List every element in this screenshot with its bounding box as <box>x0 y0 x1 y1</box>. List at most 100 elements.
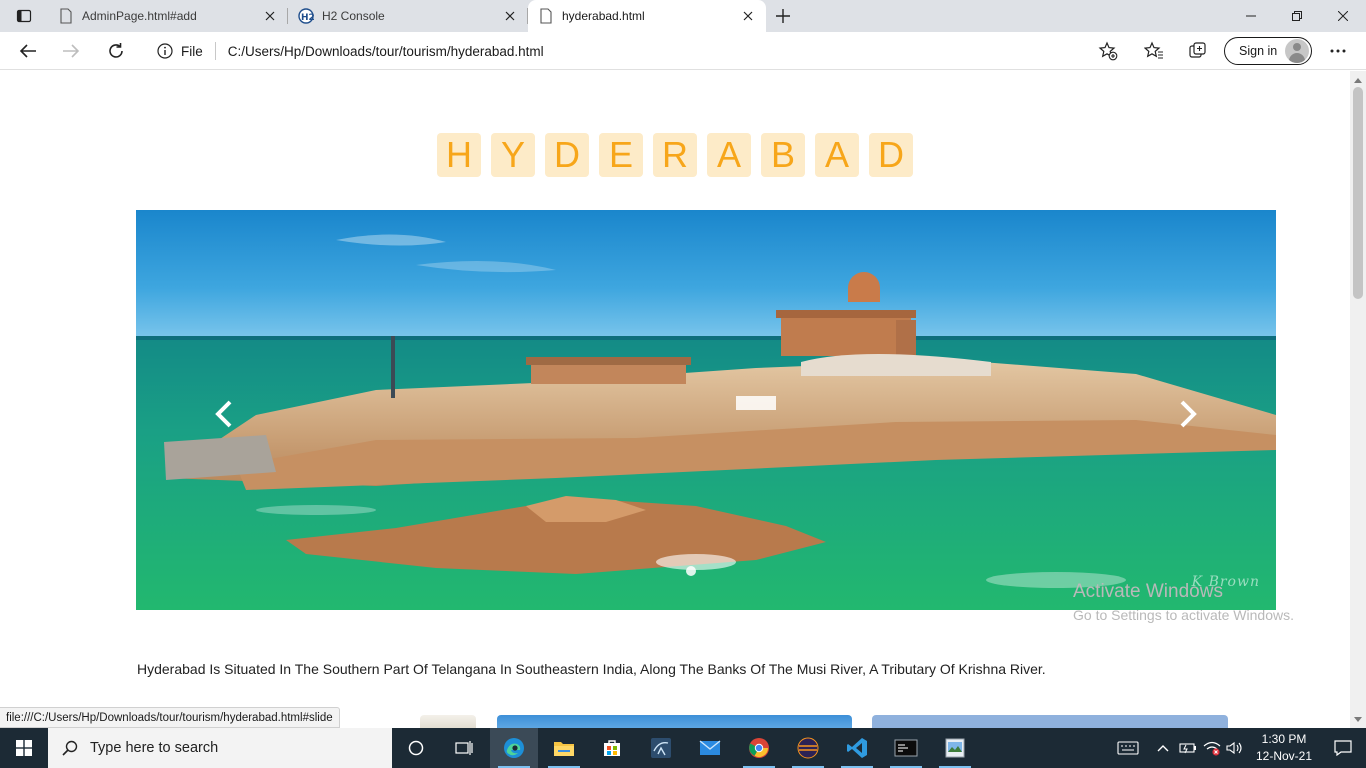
taskbar-clock[interactable]: 1:30 PM 12-Nov-21 <box>1248 731 1320 765</box>
tab-h2-console[interactable]: H2 H2 Console <box>288 0 528 32</box>
thumbnail-card[interactable] <box>420 715 476 728</box>
page-viewport: HYDERABAD K Brown Hyderabad Is Situated … <box>0 71 1350 728</box>
thumbnail-card[interactable] <box>872 715 1228 728</box>
page-scrollbar[interactable] <box>1350 71 1366 728</box>
task-view-button[interactable] <box>440 728 488 768</box>
chevron-up-icon <box>1157 745 1169 752</box>
tab-title: AdminPage.html#add <box>82 9 197 23</box>
forward-button[interactable] <box>55 35 87 67</box>
title-letter: R <box>653 133 697 177</box>
close-icon[interactable] <box>740 8 756 24</box>
store-button[interactable] <box>588 728 636 768</box>
status-bar-url: file:///C:/Users/Hp/Downloads/tour/touri… <box>0 707 340 728</box>
windows-logo-icon <box>16 740 32 756</box>
windows-taskbar: Type here to search 1:30 PM 12-Nov-21 <box>0 728 1366 768</box>
tab-hyderabad[interactable]: hyderabad.html <box>528 0 766 32</box>
search-placeholder: Type here to search <box>90 740 219 756</box>
search-icon <box>62 740 78 756</box>
address-url[interactable]: C:/Users/Hp/Downloads/tour/tourism/hyder… <box>228 44 544 59</box>
settings-menu-button[interactable] <box>1322 35 1354 67</box>
tab-actions-icon <box>16 9 32 23</box>
address-bar[interactable]: File C:/Users/Hp/Downloads/tour/tourism/… <box>145 36 1127 66</box>
edge-taskbar-button[interactable] <box>490 728 538 768</box>
h2-icon: H2 <box>298 8 314 24</box>
sign-in-label: Sign in <box>1239 44 1278 58</box>
title-letter: A <box>707 133 751 177</box>
favorites-star-icon <box>1144 41 1163 59</box>
new-tab-button[interactable] <box>770 4 796 28</box>
clock-time: 1:30 PM <box>1261 732 1307 746</box>
cortana-circle-icon <box>408 740 424 756</box>
close-icon[interactable] <box>262 8 278 24</box>
action-center-button[interactable] <box>1320 728 1366 768</box>
start-button[interactable] <box>0 728 48 768</box>
triangle-down-icon <box>1354 716 1362 722</box>
slide-next-button[interactable] <box>1174 396 1202 432</box>
favorites-button[interactable] <box>1138 35 1170 67</box>
chrome-button[interactable] <box>735 728 783 768</box>
refresh-button[interactable] <box>100 35 132 67</box>
add-favorite-button[interactable] <box>1097 40 1119 62</box>
collections-button[interactable] <box>1182 35 1214 67</box>
mail-button[interactable] <box>686 728 734 768</box>
close-icon[interactable] <box>502 8 518 24</box>
show-hidden-icons-button[interactable] <box>1152 728 1174 768</box>
tab-adminpage[interactable]: AdminPage.html#add <box>48 0 288 32</box>
slide-dot[interactable] <box>686 566 696 576</box>
eclipse-button[interactable] <box>784 728 832 768</box>
tab-strip: AdminPage.html#add H2 H2 Console hyderab… <box>0 0 1366 32</box>
touch-keyboard-button[interactable] <box>1112 728 1144 768</box>
chevron-right-icon <box>1180 400 1197 428</box>
avatar-icon <box>1285 39 1309 63</box>
workbench-icon <box>651 738 671 758</box>
slide-image <box>136 210 1276 610</box>
file-explorer-button[interactable] <box>540 728 588 768</box>
battery-button[interactable] <box>1176 728 1200 768</box>
folder-icon <box>554 742 574 756</box>
refresh-icon <box>109 43 123 58</box>
scroll-down-button[interactable] <box>1350 712 1366 726</box>
title-letter: D <box>869 133 913 177</box>
volume-button[interactable] <box>1224 728 1246 768</box>
sign-in-button[interactable]: Sign in <box>1224 37 1312 65</box>
store-bag-icon <box>604 740 620 756</box>
taskbar-search-box[interactable]: Type here to search <box>48 728 392 768</box>
slide-indicators <box>686 566 696 576</box>
mail-icon <box>699 740 721 755</box>
activate-subtitle: Go to Settings to activate Windows. <box>1073 607 1294 623</box>
svg-text:H2: H2 <box>301 13 314 23</box>
network-button[interactable] <box>1200 728 1224 768</box>
edge-icon <box>504 738 524 758</box>
address-scheme-label: File <box>181 43 203 59</box>
title-letter: D <box>545 133 589 177</box>
close-icon <box>1338 11 1348 21</box>
mysql-console-button[interactable] <box>882 728 930 768</box>
title-letter: B <box>761 133 805 177</box>
photos-button[interactable] <box>931 728 979 768</box>
star-add-icon <box>1098 41 1118 61</box>
vscode-icon <box>847 738 867 758</box>
thumbnail-card[interactable] <box>497 715 852 728</box>
vscode-button[interactable] <box>833 728 881 768</box>
address-divider <box>214 42 216 60</box>
page-icon <box>538 8 554 24</box>
restore-button[interactable] <box>1274 0 1320 32</box>
keyboard-icon <box>1117 741 1139 755</box>
scrollbar-thumb[interactable] <box>1353 87 1363 299</box>
tab-actions-menu-button[interactable] <box>8 4 40 28</box>
close-window-button[interactable] <box>1320 0 1366 32</box>
mysql-workbench-button[interactable] <box>637 728 685 768</box>
info-icon <box>157 43 173 59</box>
arrow-right-icon <box>63 44 80 58</box>
page-icon <box>58 8 74 24</box>
minimize-button[interactable] <box>1228 0 1274 32</box>
triangle-up-icon <box>1354 77 1362 83</box>
cortana-button[interactable] <box>392 728 440 768</box>
back-button[interactable] <box>12 35 44 67</box>
page-title: HYDERABAD <box>0 133 1350 177</box>
scroll-up-button[interactable] <box>1350 73 1366 87</box>
city-description: Hyderabad Is Situated In The Southern Pa… <box>137 661 1046 677</box>
slide-prev-button[interactable] <box>210 396 238 432</box>
battery-icon <box>1179 743 1196 754</box>
image-slider: K Brown <box>136 210 1276 610</box>
